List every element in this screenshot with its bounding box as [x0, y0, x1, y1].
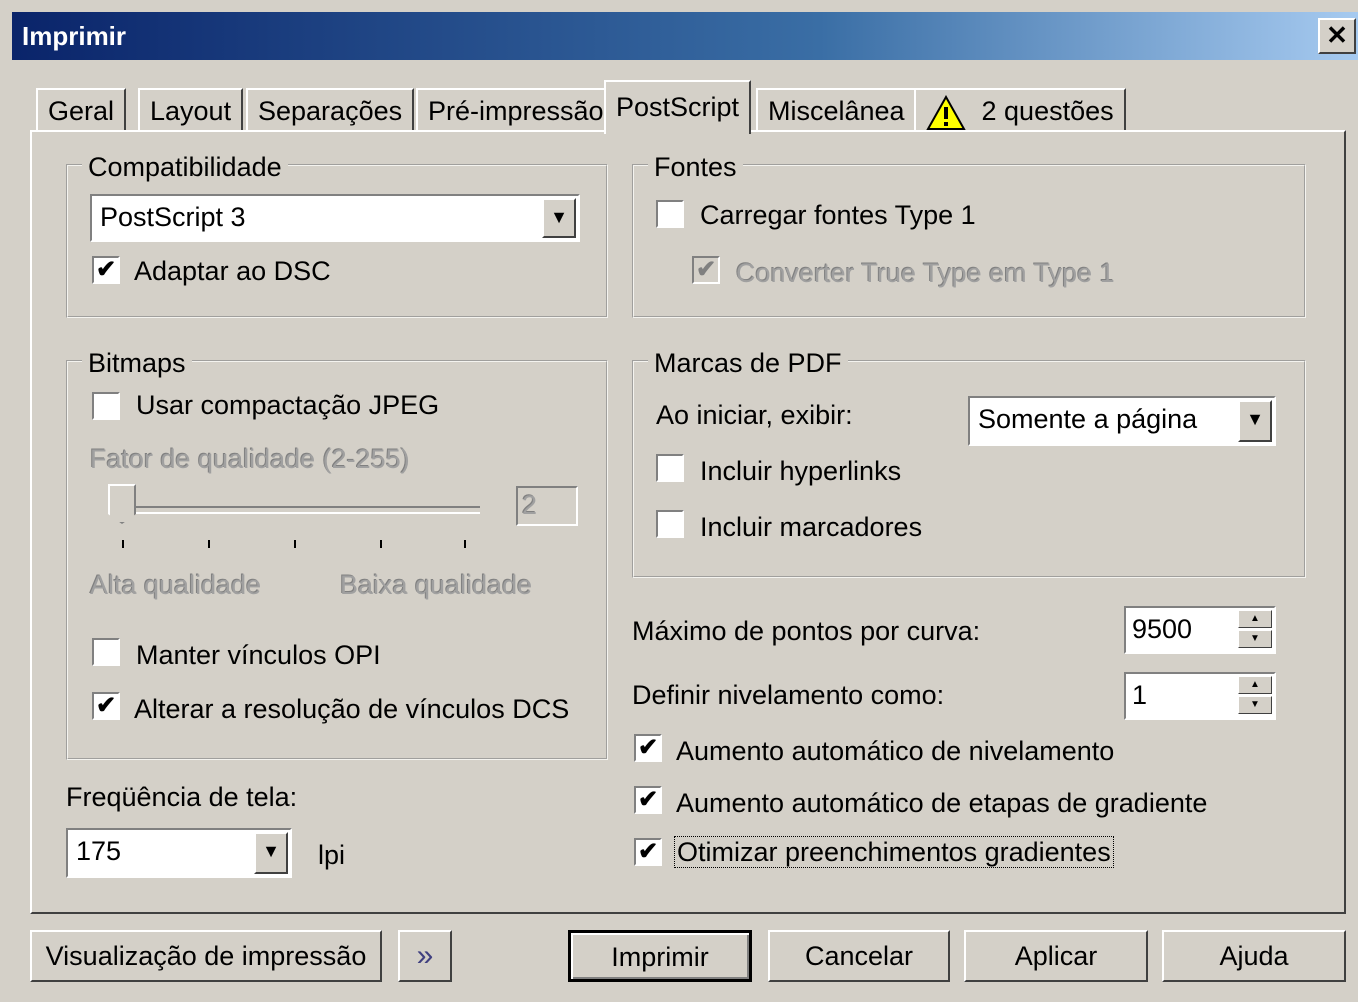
curve-spinner[interactable]: 9500 ▲ ▼: [1124, 606, 1276, 654]
pdf-start-label: Ao iniciar, exibir:: [656, 400, 853, 430]
flatness-label: Definir nivelamento como:: [632, 680, 945, 710]
preview-button[interactable]: Visualização de impressão: [30, 930, 382, 982]
slider-tick: [380, 540, 382, 548]
screen-select[interactable]: 175 ▼: [66, 828, 292, 878]
bookmarks-label: Incluir marcadores: [700, 512, 923, 542]
fonts-group: [632, 164, 1306, 318]
curve-label: Máximo de pontos por curva:: [632, 616, 981, 646]
tab-separacoes[interactable]: Separações: [246, 88, 415, 132]
slider-tick: [294, 540, 296, 548]
fonts-legend: Fontes: [648, 152, 743, 182]
pdf-legend: Marcas de PDF: [648, 348, 848, 378]
dsc-checkbox[interactable]: ✔: [92, 256, 120, 284]
tab-pre-impressao[interactable]: Pré-impressão: [416, 88, 616, 132]
opi-checkbox[interactable]: [92, 638, 120, 666]
tab-questoes[interactable]: 2 questões: [914, 88, 1126, 132]
spin-up-icon[interactable]: ▲: [1238, 676, 1272, 694]
screen-label: Freqüência de tela:: [66, 782, 298, 812]
chevron-down-icon: ▼: [542, 198, 576, 238]
tab-layout[interactable]: Layout: [138, 88, 244, 132]
high-quality-label: Alta qualidade: [90, 570, 262, 600]
auto-flat-checkbox[interactable]: ✔: [634, 734, 662, 762]
help-button[interactable]: Ajuda: [1162, 930, 1346, 982]
low-quality-label: Baixa qualidade: [340, 570, 533, 600]
spin-down-icon[interactable]: ▼: [1238, 630, 1272, 648]
slider-tick: [208, 540, 210, 548]
opi-label: Manter vínculos OPI: [136, 640, 381, 670]
bitmaps-legend: Bitmaps: [82, 348, 192, 378]
load-type1-label: Carregar fontes Type 1: [700, 200, 976, 230]
close-button[interactable]: ✕: [1318, 18, 1356, 54]
forward-icon[interactable]: »: [398, 930, 452, 982]
slider-tick: [464, 540, 466, 548]
flatness-spinner[interactable]: 1 ▲ ▼: [1124, 672, 1276, 720]
slider-tick: [122, 540, 124, 548]
load-type1-checkbox[interactable]: [656, 200, 684, 228]
convert-tt-checkbox[interactable]: ✔: [692, 256, 720, 284]
apply-button[interactable]: Aplicar: [964, 930, 1148, 982]
auto-flat-label: Aumento automático de nivelamento: [676, 736, 1115, 766]
hyperlinks-checkbox[interactable]: [656, 454, 684, 482]
tab-miscelanea[interactable]: Miscelânea: [756, 88, 917, 132]
screen-unit: lpi: [318, 840, 346, 870]
chevron-down-icon: ▼: [254, 832, 288, 874]
optimize-label: Otimizar preenchimentos gradientes: [674, 836, 1114, 868]
warning-icon: [926, 94, 966, 130]
quality-input[interactable]: 2: [516, 486, 578, 526]
title-bar: Imprimir ✕: [12, 12, 1358, 60]
compat-legend: Compatibilidade: [82, 152, 288, 182]
pdf-start-select[interactable]: Somente a página ▼: [968, 396, 1276, 446]
quality-slider-track: [136, 506, 480, 514]
tab-postscript[interactable]: PostScript: [604, 80, 752, 134]
spin-up-icon[interactable]: ▲: [1238, 610, 1272, 628]
dcs-checkbox[interactable]: ✔: [92, 692, 120, 720]
chevron-down-icon: ▼: [1238, 400, 1272, 442]
window-title: Imprimir: [22, 21, 127, 51]
spin-down-icon[interactable]: ▼: [1238, 696, 1272, 714]
jpeg-label: Usar compactação JPEG: [136, 390, 440, 420]
tab-geral[interactable]: Geral: [36, 88, 127, 132]
auto-grad-label: Aumento automático de etapas de gradient…: [676, 788, 1208, 818]
bookmarks-checkbox[interactable]: [656, 510, 684, 538]
dsc-label: Adaptar ao DSC: [134, 256, 331, 286]
cancel-button[interactable]: Cancelar: [768, 930, 950, 982]
dcs-label: Alterar a resolução de vínculos DCS: [134, 694, 570, 724]
convert-tt-label: Converter True Type em Type 1: [736, 258, 1115, 288]
compat-select[interactable]: PostScript 3 ▼: [90, 194, 580, 242]
auto-grad-checkbox[interactable]: ✔: [634, 786, 662, 814]
jpeg-checkbox[interactable]: [92, 392, 120, 420]
print-button[interactable]: Imprimir: [568, 930, 752, 982]
quality-label: Fator de qualidade (2-255): [90, 444, 410, 474]
hyperlinks-label: Incluir hyperlinks: [700, 456, 902, 486]
optimize-checkbox[interactable]: ✔: [634, 838, 662, 866]
